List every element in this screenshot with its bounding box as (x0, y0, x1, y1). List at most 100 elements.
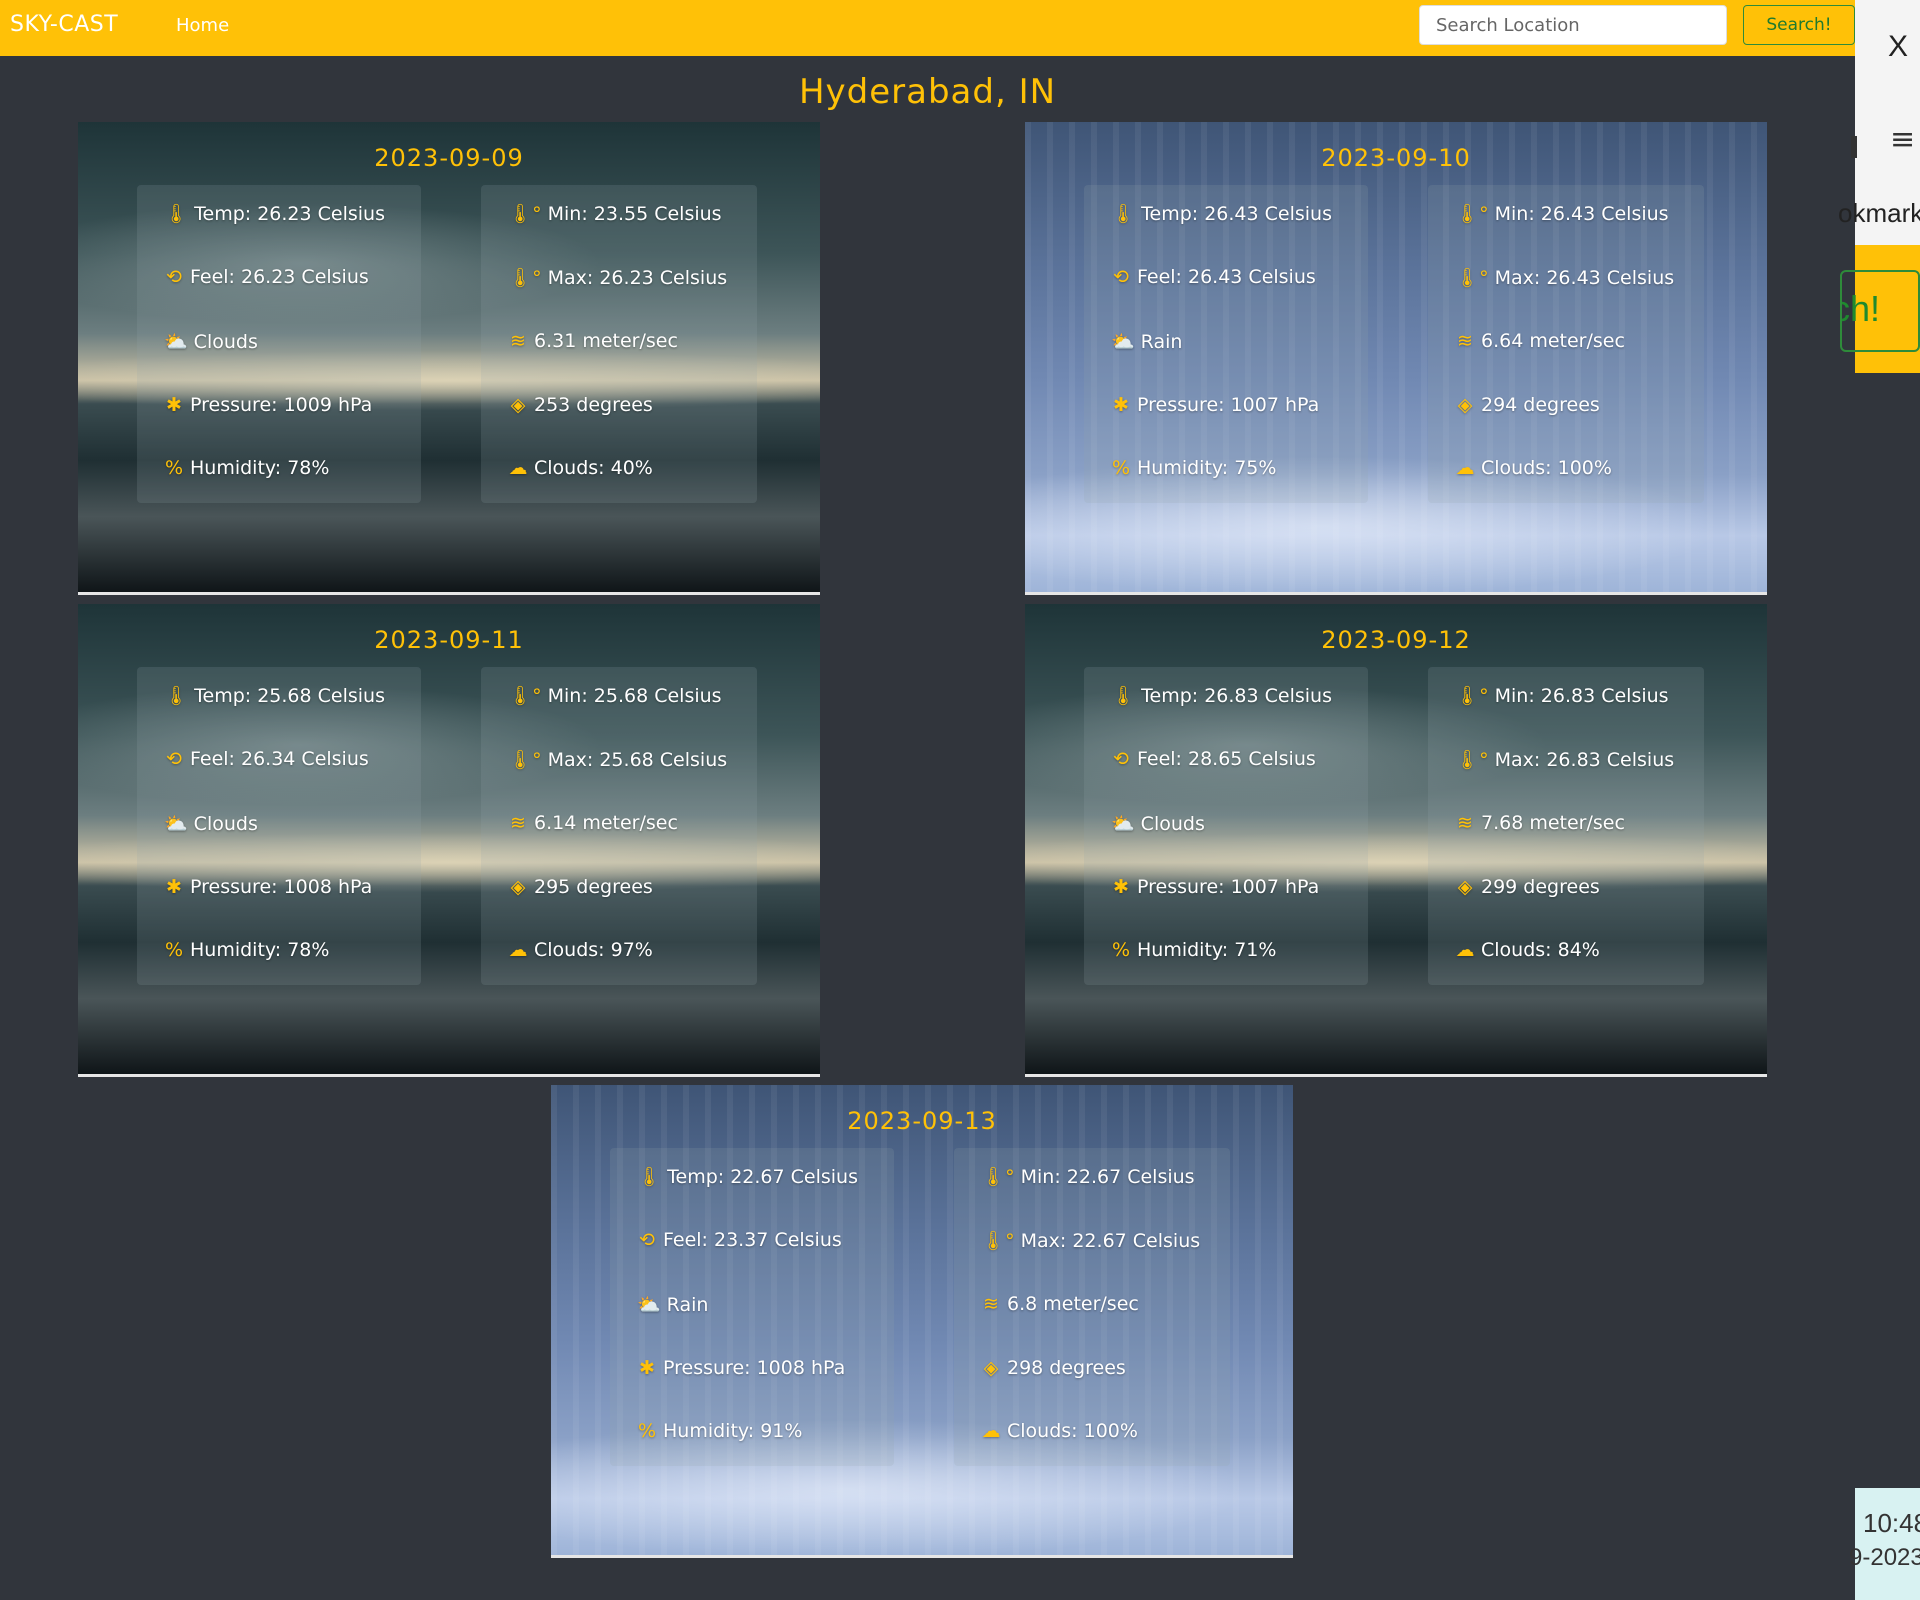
bookmarks-label[interactable]: okmarks (1838, 198, 1920, 229)
stat-max: 🌡° Max: 25.68 Celsius (508, 748, 728, 772)
stat-max-text: Max: 25.68 Celsius (547, 748, 728, 771)
stat-temp-text: Temp: 26.43 Celsius (1141, 202, 1332, 225)
wind-direction-icon: ◈ (1457, 394, 1473, 416)
stat-wind-text: 6.14 meter/sec (534, 812, 678, 834)
stat-temp: 🌡 Temp: 22.67 Celsius (637, 1165, 858, 1189)
card-date: 2023-09-13 (847, 1107, 997, 1135)
stat-temp-text: Temp: 25.68 Celsius (194, 684, 385, 707)
min-temp-icon: 🌡° (508, 203, 542, 225)
stat-humidity-text: Humidity: 75% (1137, 457, 1277, 479)
stat-condition-text: Rain (666, 1293, 709, 1316)
stat-condition-text: Rain (1140, 330, 1183, 353)
stat-clouds: ☁ Clouds: 84% (1455, 939, 1600, 961)
max-temp-icon: 🌡° (508, 267, 542, 289)
stat-condition: ⛅ Rain (1111, 330, 1183, 354)
stat-humidity: % Humidity: 75% (1111, 457, 1276, 479)
stat-max-text: Max: 26.23 Celsius (547, 266, 728, 289)
stat-pressure-text: Pressure: 1007 hPa (1137, 876, 1320, 898)
stat-temp-text: Temp: 26.23 Celsius (194, 202, 385, 225)
forecast-card: 2023-09-11 🌡 Temp: 25.68 Celsius ⟲ Feel: 26.… (78, 604, 820, 1077)
stat-max-text: Max: 26.43 Celsius (1494, 266, 1675, 289)
stat-humidity: % Humidity: 78% (164, 457, 329, 479)
stat-temp: 🌡 Temp: 26.83 Celsius (1111, 684, 1332, 708)
clouds-icon: ☁ (1455, 457, 1475, 479)
pressure-icon: ✱ (639, 1357, 655, 1379)
weather-condition-icon: ⛅ (637, 1294, 661, 1316)
stat-min-text: Min: 22.67 Celsius (1020, 1165, 1195, 1188)
stat-condition: ⛅ Rain (637, 1293, 709, 1317)
stat-direction-text: 295 degrees (534, 876, 653, 898)
clouds-icon: ☁ (981, 1420, 1001, 1442)
stat-clouds-text: Clouds: 84% (1481, 939, 1600, 961)
thermometer-icon: 🌡 (637, 1166, 662, 1188)
pressure-icon: ✱ (166, 876, 182, 898)
panel-edge-mark (1851, 136, 1857, 158)
stat-feel-text: Feel: 26.43 Celsius (1137, 266, 1316, 288)
stat-min: 🌡° Min: 26.83 Celsius (1455, 684, 1669, 708)
stat-wind: ≋ 7.68 meter/sec (1455, 812, 1625, 834)
stat-clouds: ☁ Clouds: 40% (508, 457, 653, 479)
taskbar-clock: 10:48 9-2023 (1849, 1488, 1920, 1600)
stat-condition: ⛅ Clouds (164, 330, 258, 354)
stat-wind-text: 6.8 meter/sec (1007, 1293, 1139, 1315)
weather-condition-icon: ⛅ (1111, 331, 1135, 353)
stat-min: 🌡° Min: 26.43 Celsius (1455, 202, 1669, 226)
search-location-input[interactable] (1419, 5, 1727, 45)
min-temp-icon: 🌡° (1455, 203, 1489, 225)
wind-icon: ≋ (510, 812, 526, 834)
stat-max-text: Max: 26.83 Celsius (1494, 748, 1675, 771)
stat-humidity: % Humidity: 91% (637, 1420, 802, 1442)
stat-direction-text: 298 degrees (1007, 1357, 1126, 1379)
min-temp-icon: 🌡° (508, 685, 542, 707)
forecast-card: 2023-09-10 🌡 Temp: 26.43 Celsius ⟲ Feel: 26.… (1025, 122, 1767, 595)
humidity-icon: % (164, 457, 184, 479)
stat-direction: ◈ 294 degrees (1455, 394, 1600, 416)
stat-temp: 🌡 Temp: 26.23 Celsius (164, 202, 385, 226)
nav-home-link[interactable]: Home (176, 15, 229, 36)
wind-direction-icon: ◈ (510, 394, 526, 416)
stat-pressure: ✱ Pressure: 1007 hPa (1111, 394, 1319, 416)
stat-feel-text: Feel: 26.34 Celsius (190, 748, 369, 770)
stat-pressure-text: Pressure: 1007 hPa (1137, 394, 1320, 416)
stat-temp: 🌡 Temp: 26.43 Celsius (1111, 202, 1332, 226)
stat-clouds: ☁ Clouds: 97% (508, 939, 653, 961)
menu-icon[interactable]: ≡ (1890, 122, 1915, 157)
stat-humidity-text: Humidity: 78% (190, 457, 330, 479)
stat-wind-text: 6.64 meter/sec (1481, 330, 1625, 352)
stat-wind-text: 7.68 meter/sec (1481, 812, 1625, 834)
brand-logo[interactable]: SKY-CAST (10, 12, 118, 37)
stat-max: 🌡° Max: 26.43 Celsius (1455, 266, 1675, 290)
side-search-button[interactable]: rch! (1840, 270, 1920, 352)
stat-pressure-text: Pressure: 1008 hPa (663, 1357, 846, 1379)
clouds-icon: ☁ (508, 457, 528, 479)
page-title: Hyderabad, IN (798, 72, 1057, 112)
thermometer-icon: 🌡 (164, 203, 189, 225)
weather-condition-icon: ⛅ (164, 813, 188, 835)
stat-clouds-text: Clouds: 40% (534, 457, 653, 479)
stat-pressure: ✱ Pressure: 1008 hPa (637, 1357, 845, 1379)
clouds-icon: ☁ (1455, 939, 1475, 961)
wind-icon: ≋ (983, 1293, 999, 1315)
clock-time: 10:48 (1863, 1508, 1920, 1538)
stat-feel: ⟲ Feel: 28.65 Celsius (1111, 748, 1316, 770)
card-date: 2023-09-11 (374, 626, 524, 654)
min-temp-icon: 🌡° (981, 1166, 1015, 1188)
max-temp-icon: 🌡° (508, 749, 542, 771)
stat-temp: 🌡 Temp: 25.68 Celsius (164, 684, 385, 708)
weather-condition-icon: ⛅ (1111, 813, 1135, 835)
stat-temp-text: Temp: 26.83 Celsius (1141, 684, 1332, 707)
close-icon[interactable]: X (1888, 30, 1908, 64)
stat-humidity-text: Humidity: 71% (1137, 939, 1277, 961)
stat-condition-text: Clouds (193, 330, 258, 353)
stat-humidity-text: Humidity: 91% (663, 1420, 803, 1442)
stat-humidity: % Humidity: 78% (164, 939, 329, 961)
stat-direction-text: 299 degrees (1481, 876, 1600, 898)
stat-feel: ⟲ Feel: 26.23 Celsius (164, 266, 369, 288)
stat-feel: ⟲ Feel: 26.34 Celsius (164, 748, 369, 770)
search-button[interactable]: Search! (1743, 5, 1855, 45)
weather-condition-icon: ⛅ (164, 331, 188, 353)
forecast-card: 2023-09-09 🌡 Temp: 26.23 Celsius ⟲ Feel: 26.… (78, 122, 820, 595)
stat-wind: ≋ 6.31 meter/sec (508, 330, 678, 352)
forecast-card: 2023-09-12 🌡 Temp: 26.83 Celsius ⟲ Feel: 28.… (1025, 604, 1767, 1077)
stat-max: 🌡° Max: 22.67 Celsius (981, 1229, 1200, 1253)
